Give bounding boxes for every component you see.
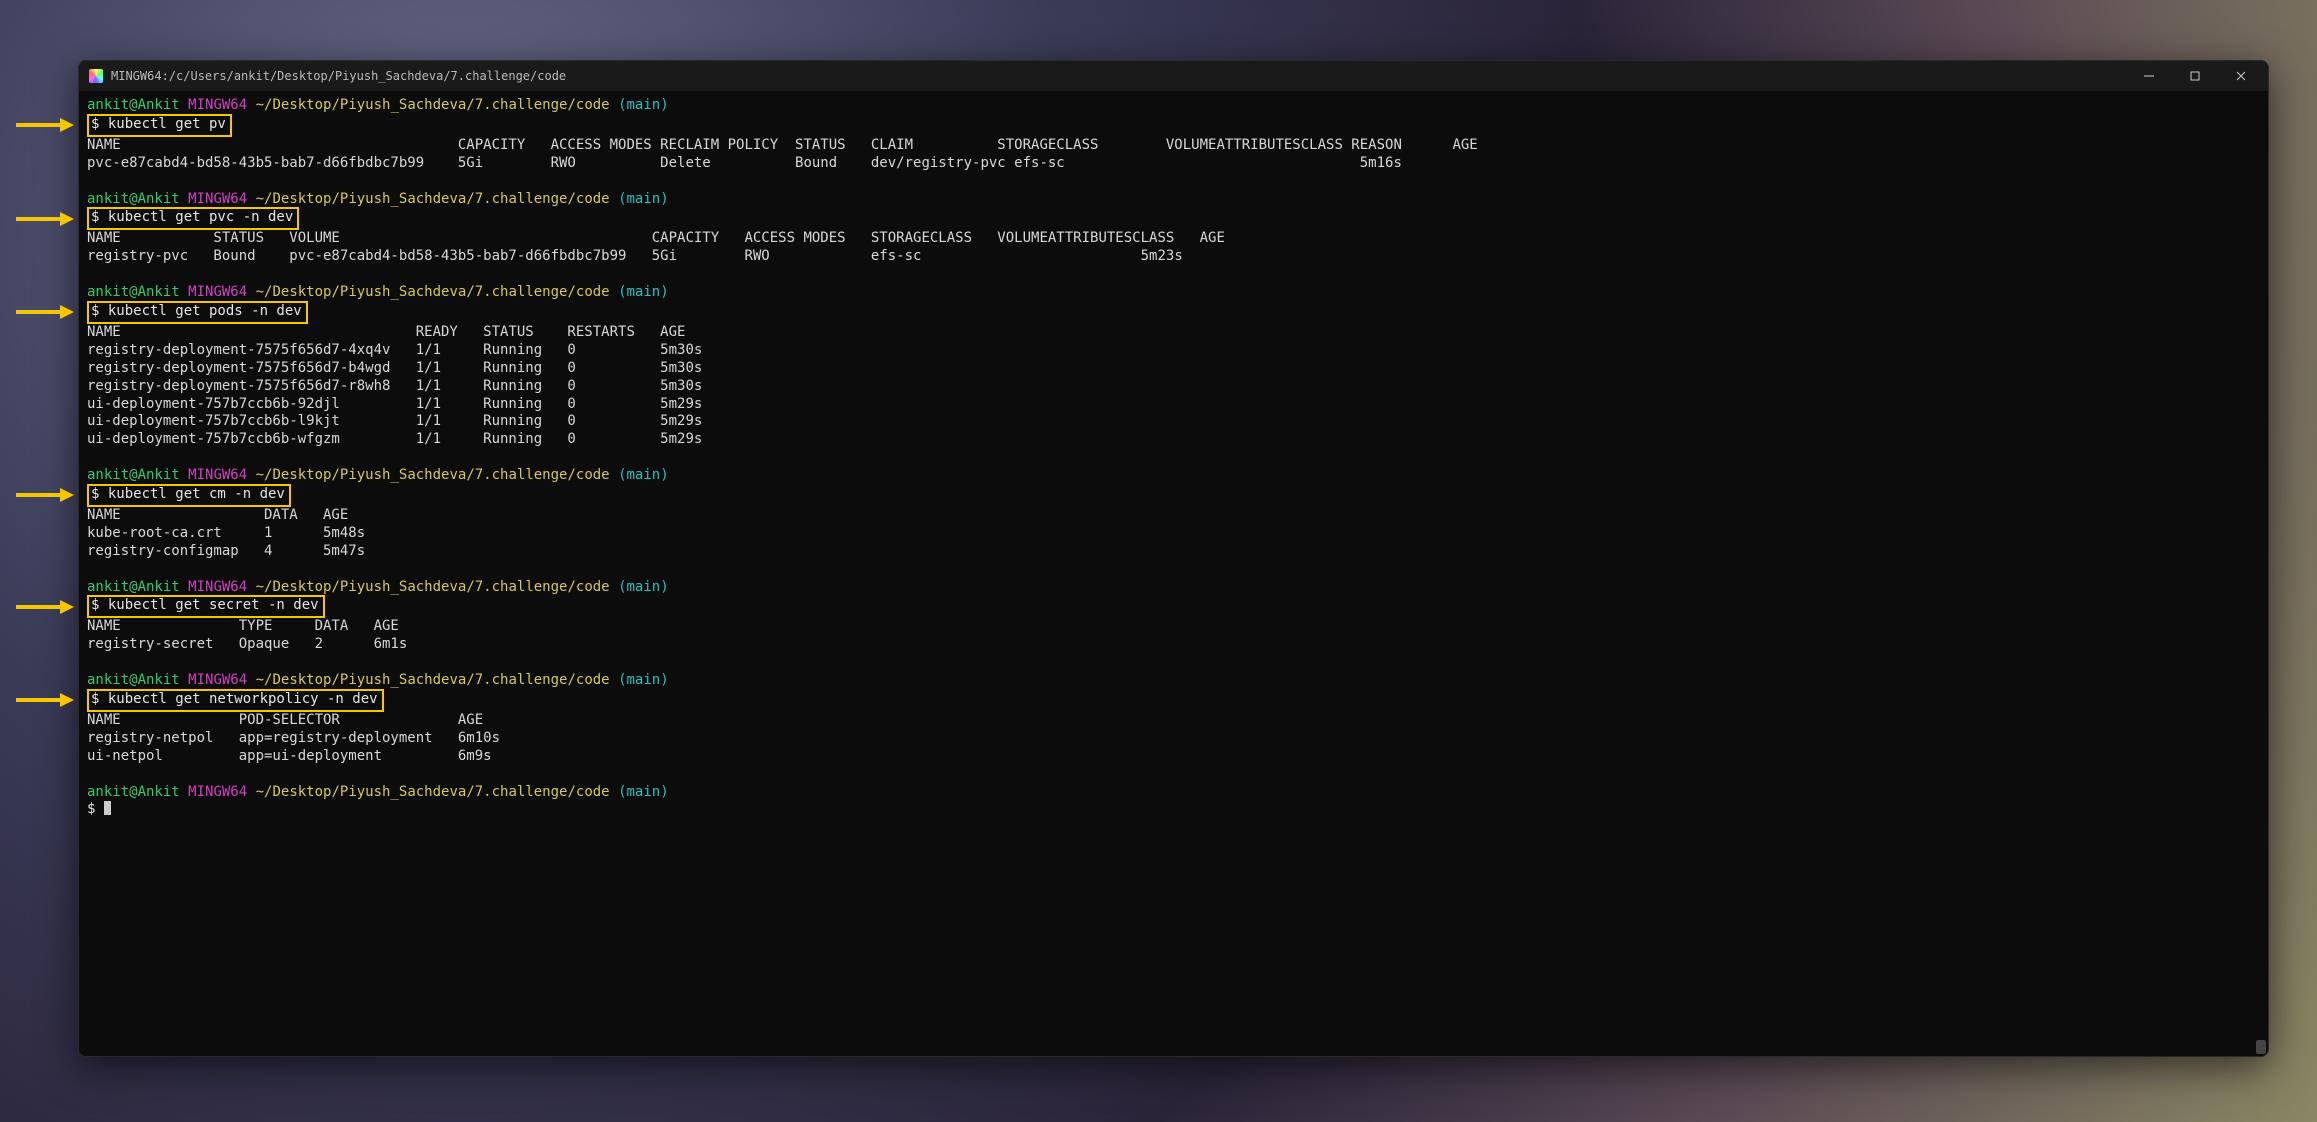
annotation-arrow-icon bbox=[16, 305, 78, 319]
close-button[interactable] bbox=[2218, 61, 2264, 91]
output-row: ui-deployment-757b7ccb6b-wfgzm 1/1 Runni… bbox=[87, 431, 2260, 449]
command-highlight: $ kubectl get pvc -n dev bbox=[87, 207, 299, 230]
output-row: kube-root-ca.crt 1 5m48s bbox=[87, 525, 2260, 543]
output-row: registry-configmap 4 5m47s bbox=[87, 543, 2260, 561]
command-line: $ kubectl get pv bbox=[87, 115, 2260, 137]
annotation-arrow-icon bbox=[16, 488, 78, 502]
command-line[interactable]: $ bbox=[87, 801, 2260, 819]
output-row: pvc-e87cabd4-bd58-43b5-bab7-d66fbdbc7b99… bbox=[87, 155, 2260, 173]
cursor bbox=[104, 801, 111, 815]
command-line: $ kubectl get secret -n dev bbox=[87, 596, 2260, 618]
prompt-line: ankit@Ankit MINGW64 ~/Desktop/Piyush_Sac… bbox=[87, 672, 2260, 690]
output-row: registry-deployment-7575f656d7-r8wh8 1/1… bbox=[87, 378, 2260, 396]
output-header: NAME TYPE DATA AGE bbox=[87, 618, 2260, 636]
prompt-line: ankit@Ankit MINGW64 ~/Desktop/Piyush_Sac… bbox=[87, 191, 2260, 209]
blank-line bbox=[87, 266, 2260, 284]
prompt-line: ankit@Ankit MINGW64 ~/Desktop/Piyush_Sac… bbox=[87, 467, 2260, 485]
command-highlight: $ kubectl get secret -n dev bbox=[87, 595, 325, 618]
output-row: registry-secret Opaque 2 6m1s bbox=[87, 636, 2260, 654]
output-header: NAME DATA AGE bbox=[87, 507, 2260, 525]
titlebar[interactable]: MINGW64:/c/Users/ankit/Desktop/Piyush_Sa… bbox=[79, 61, 2268, 91]
blank-line bbox=[87, 654, 2260, 672]
output-row: ui-netpol app=ui-deployment 6m9s bbox=[87, 748, 2260, 766]
output-header: NAME READY STATUS RESTARTS AGE bbox=[87, 324, 2260, 342]
command-line: $ kubectl get pvc -n dev bbox=[87, 208, 2260, 230]
annotation-arrow-icon bbox=[16, 118, 78, 132]
window-title: MINGW64:/c/Users/ankit/Desktop/Piyush_Sa… bbox=[111, 69, 2126, 83]
prompt-line: ankit@Ankit MINGW64 ~/Desktop/Piyush_Sac… bbox=[87, 579, 2260, 597]
blank-line bbox=[87, 449, 2260, 467]
prompt-line: ankit@Ankit MINGW64 ~/Desktop/Piyush_Sac… bbox=[87, 784, 2260, 802]
command-line: $ kubectl get pods -n dev bbox=[87, 302, 2260, 324]
blank-line bbox=[87, 173, 2260, 191]
annotation-arrow-icon bbox=[16, 212, 78, 226]
terminal-window: MINGW64:/c/Users/ankit/Desktop/Piyush_Sa… bbox=[78, 60, 2269, 1057]
output-row: registry-netpol app=registry-deployment … bbox=[87, 730, 2260, 748]
annotation-arrow-icon bbox=[16, 693, 78, 707]
command-highlight: $ kubectl get pv bbox=[87, 114, 232, 137]
command-line: $ kubectl get networkpolicy -n dev bbox=[87, 690, 2260, 712]
output-row: registry-pvc Bound pvc-e87cabd4-bd58-43b… bbox=[87, 248, 2260, 266]
blank-line bbox=[87, 561, 2260, 579]
output-header: NAME POD-SELECTOR AGE bbox=[87, 712, 2260, 730]
command-line: $ kubectl get cm -n dev bbox=[87, 485, 2260, 507]
prompt-line: ankit@Ankit MINGW64 ~/Desktop/Piyush_Sac… bbox=[87, 97, 2260, 115]
terminal-body[interactable]: ankit@Ankit MINGW64 ~/Desktop/Piyush_Sac… bbox=[79, 91, 2268, 1056]
minimize-button[interactable] bbox=[2126, 61, 2172, 91]
blank-line bbox=[87, 766, 2260, 784]
output-header: NAME CAPACITY ACCESS MODES RECLAIM POLIC… bbox=[87, 137, 2260, 155]
output-row: registry-deployment-7575f656d7-b4wgd 1/1… bbox=[87, 360, 2260, 378]
command-highlight: $ kubectl get pods -n dev bbox=[87, 301, 308, 324]
output-row: ui-deployment-757b7ccb6b-l9kjt 1/1 Runni… bbox=[87, 413, 2260, 431]
output-row: ui-deployment-757b7ccb6b-92djl 1/1 Runni… bbox=[87, 396, 2260, 414]
annotation-arrow-icon bbox=[16, 600, 78, 614]
output-header: NAME STATUS VOLUME CAPACITY ACCESS MODES… bbox=[87, 230, 2260, 248]
maximize-button[interactable] bbox=[2172, 61, 2218, 91]
scrollbar-thumb[interactable] bbox=[2256, 1040, 2266, 1054]
command-highlight: $ kubectl get cm -n dev bbox=[87, 484, 291, 507]
command-highlight: $ kubectl get networkpolicy -n dev bbox=[87, 689, 384, 712]
output-row: registry-deployment-7575f656d7-4xq4v 1/1… bbox=[87, 342, 2260, 360]
app-icon bbox=[89, 69, 103, 83]
prompt-line: ankit@Ankit MINGW64 ~/Desktop/Piyush_Sac… bbox=[87, 284, 2260, 302]
